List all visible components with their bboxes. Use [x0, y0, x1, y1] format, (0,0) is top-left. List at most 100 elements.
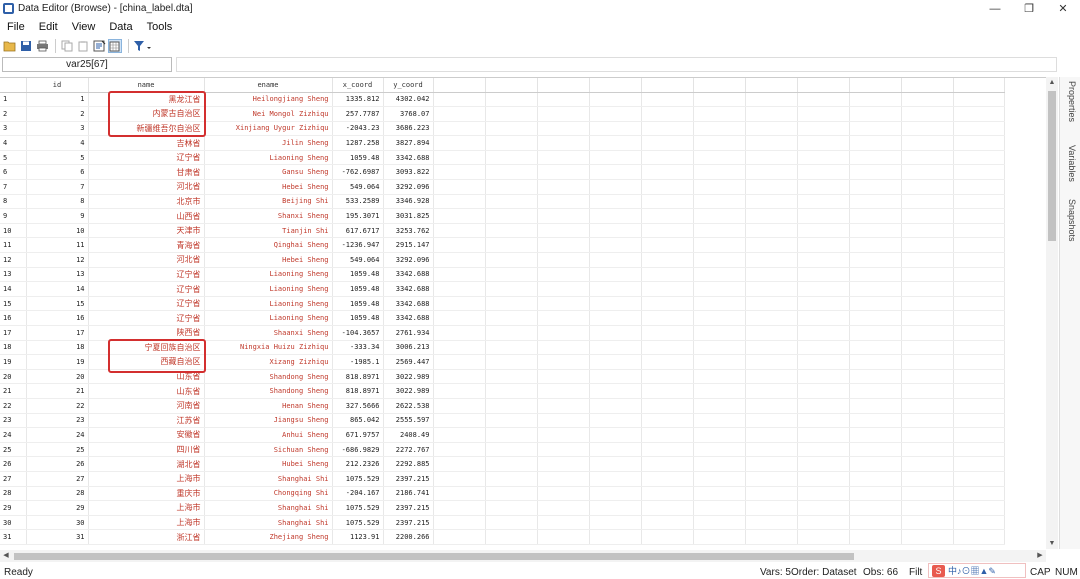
empty-cell[interactable] — [485, 310, 538, 326]
cell-x-coord[interactable]: 1059.48 — [332, 310, 384, 326]
cell-id[interactable]: 10 — [26, 223, 89, 239]
cell-y-coord[interactable]: 3093.822 — [383, 164, 434, 181]
empty-cell[interactable] — [589, 310, 642, 326]
empty-cell[interactable] — [797, 150, 850, 166]
cell-name[interactable]: 陕西省 — [88, 325, 205, 341]
empty-cell[interactable] — [849, 354, 902, 370]
empty-cell[interactable] — [641, 296, 694, 312]
row-number[interactable]: 27 — [0, 471, 27, 487]
row-number[interactable]: 13 — [0, 267, 27, 283]
cell-y-coord[interactable]: 2397.215 — [383, 515, 434, 531]
table-row[interactable]: 18 18 宁夏回族自治区 Ningxia Huizu Zizhiqu -333.34 3… — [0, 340, 1005, 356]
cell-id[interactable]: 14 — [26, 281, 89, 297]
empty-cell[interactable] — [745, 413, 798, 429]
empty-cell[interactable] — [537, 267, 590, 283]
empty-cell[interactable] — [849, 413, 902, 429]
empty-cell[interactable] — [641, 135, 694, 151]
empty-cell[interactable] — [693, 500, 746, 516]
empty-cell[interactable] — [433, 310, 486, 326]
empty-cell[interactable] — [693, 164, 746, 181]
empty-cell[interactable] — [849, 500, 902, 516]
empty-cell[interactable] — [797, 383, 850, 399]
empty-cell[interactable] — [537, 310, 590, 326]
cell-name[interactable]: 河北省 — [88, 252, 205, 268]
cell-ename[interactable]: Chongqing Shi — [204, 486, 333, 502]
table-row[interactable]: 14 14 辽宁省 Liaoning Sheng 1059.48 3342.688 — [0, 281, 1005, 297]
cell-name[interactable]: 辽宁省 — [88, 296, 205, 312]
empty-cell[interactable] — [901, 164, 954, 181]
row-number[interactable]: 9 — [0, 208, 27, 224]
empty-cell[interactable] — [485, 281, 538, 297]
cell-id[interactable]: 31 — [26, 529, 89, 545]
empty-cell[interactable] — [797, 442, 850, 458]
empty-cell[interactable] — [953, 237, 1005, 254]
row-number[interactable]: 21 — [0, 383, 27, 399]
cell-name[interactable]: 山东省 — [88, 369, 205, 385]
empty-cell[interactable] — [745, 354, 798, 370]
ime-status-icons[interactable]: 中♪⊙▦▲✎ — [948, 564, 996, 577]
empty-cell[interactable] — [797, 325, 850, 341]
empty-cell[interactable] — [953, 179, 1005, 195]
cell-name[interactable]: 山西省 — [88, 208, 205, 224]
empty-cell[interactable] — [433, 325, 486, 341]
cell-x-coord[interactable]: 1287.258 — [332, 135, 384, 151]
empty-cell[interactable] — [693, 281, 746, 297]
empty-cell[interactable] — [693, 223, 746, 239]
cell-ename[interactable]: Hubei Sheng — [204, 456, 333, 472]
table-row[interactable]: 22 22 河南省 Henan Sheng 327.5666 2622.538 — [0, 398, 1005, 414]
empty-cell[interactable] — [953, 427, 1005, 443]
empty-cell[interactable] — [433, 354, 486, 370]
empty-cell[interactable] — [745, 237, 798, 254]
scroll-left-icon[interactable]: ◀ — [0, 550, 12, 562]
row-number[interactable]: 15 — [0, 296, 27, 312]
cell-y-coord[interactable]: 2272.767 — [383, 442, 434, 458]
empty-cell[interactable] — [641, 340, 694, 356]
empty-cell[interactable] — [537, 427, 590, 443]
cell-name[interactable]: 辽宁省 — [88, 267, 205, 283]
empty-cell[interactable] — [485, 237, 538, 254]
empty-cell[interactable] — [485, 383, 538, 399]
row-number[interactable]: 10 — [0, 223, 27, 239]
empty-cell[interactable] — [589, 427, 642, 443]
empty-cell[interactable] — [589, 135, 642, 151]
cell-ename[interactable]: Jilin Sheng — [204, 135, 333, 151]
empty-cell[interactable] — [849, 92, 902, 108]
empty-cell[interactable] — [641, 106, 694, 122]
table-row[interactable]: 31 31 浙江省 Zhejiang Sheng 1123.91 2200.266 — [0, 529, 1005, 545]
empty-cell[interactable] — [485, 354, 538, 370]
table-row[interactable]: 4 4 吉林省 Jilin Sheng 1287.258 3827.894 — [0, 135, 1005, 151]
table-row[interactable]: 27 27 上海市 Shanghai Shi 1075.529 2397.215 — [0, 471, 1005, 487]
empty-cell[interactable] — [485, 515, 538, 531]
empty-cell[interactable] — [641, 150, 694, 166]
empty-cell[interactable] — [641, 281, 694, 297]
cell-name[interactable]: 浙江省 — [88, 529, 205, 545]
cell-ename[interactable]: Hebei Sheng — [204, 179, 333, 195]
empty-cell[interactable] — [953, 223, 1005, 239]
empty-cell[interactable] — [641, 515, 694, 531]
empty-cell[interactable] — [693, 486, 746, 502]
empty-cell[interactable] — [797, 456, 850, 472]
cell-id[interactable]: 22 — [26, 398, 89, 414]
cell-name[interactable]: 辽宁省 — [88, 281, 205, 297]
empty-cell[interactable] — [849, 296, 902, 312]
empty-cell[interactable] — [433, 179, 486, 195]
empty-cell[interactable] — [953, 529, 1005, 545]
empty-cell[interactable] — [849, 325, 902, 341]
empty-cell[interactable] — [589, 354, 642, 370]
column-header[interactable]: id — [26, 78, 89, 93]
cell-id[interactable]: 21 — [26, 383, 89, 399]
empty-cell[interactable] — [641, 500, 694, 516]
cell-ename[interactable]: Liaoning Sheng — [204, 150, 333, 166]
empty-cell[interactable] — [589, 456, 642, 472]
empty-cell[interactable] — [693, 354, 746, 370]
empty-cell[interactable] — [693, 398, 746, 414]
empty-cell[interactable] — [953, 442, 1005, 458]
empty-cell[interactable] — [641, 398, 694, 414]
empty-cell[interactable] — [537, 150, 590, 166]
empty-cell[interactable] — [589, 194, 642, 210]
empty-cell[interactable] — [693, 194, 746, 210]
empty-cell[interactable] — [797, 194, 850, 210]
empty-cell[interactable] — [797, 500, 850, 516]
empty-cell[interactable] — [953, 208, 1005, 224]
cell-id[interactable]: 25 — [26, 442, 89, 458]
